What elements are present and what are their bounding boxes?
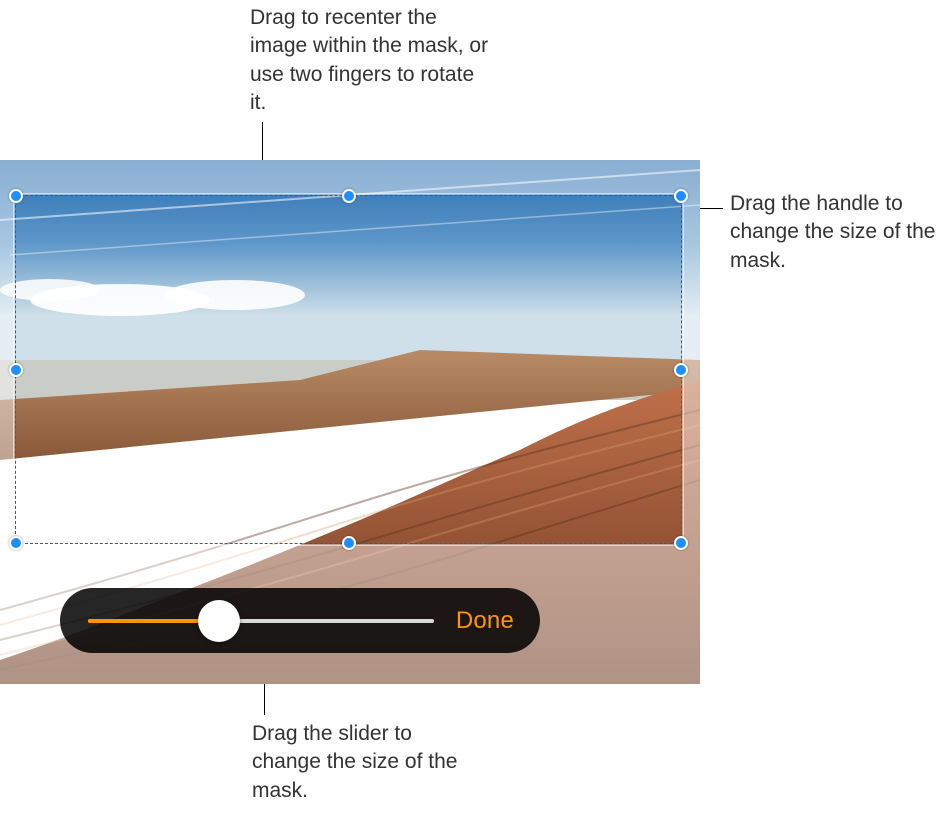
mask-size-slider[interactable] bbox=[88, 619, 434, 623]
mask-handle-n[interactable] bbox=[342, 189, 356, 203]
mask-handle-sw[interactable] bbox=[9, 536, 23, 550]
mask-handle-nw[interactable] bbox=[9, 189, 23, 203]
mask-selection[interactable] bbox=[15, 195, 682, 544]
mask-handle-se[interactable] bbox=[674, 536, 688, 550]
slider-thumb[interactable] bbox=[198, 600, 240, 642]
callout-recenter: Drag to recenter the image within the ma… bbox=[250, 4, 490, 117]
done-button[interactable]: Done bbox=[456, 607, 514, 635]
mask-size-toolbar: Done bbox=[60, 588, 540, 653]
callout-handle: Drag the handle to change the size of th… bbox=[730, 190, 940, 275]
mask-handle-e[interactable] bbox=[674, 363, 688, 377]
mask-handle-w[interactable] bbox=[9, 363, 23, 377]
image-mask-editor[interactable]: Done bbox=[0, 160, 700, 684]
callout-slider: Drag the slider to change the size of th… bbox=[252, 720, 482, 805]
mask-handle-s[interactable] bbox=[342, 536, 356, 550]
mask-handle-ne[interactable] bbox=[674, 189, 688, 203]
